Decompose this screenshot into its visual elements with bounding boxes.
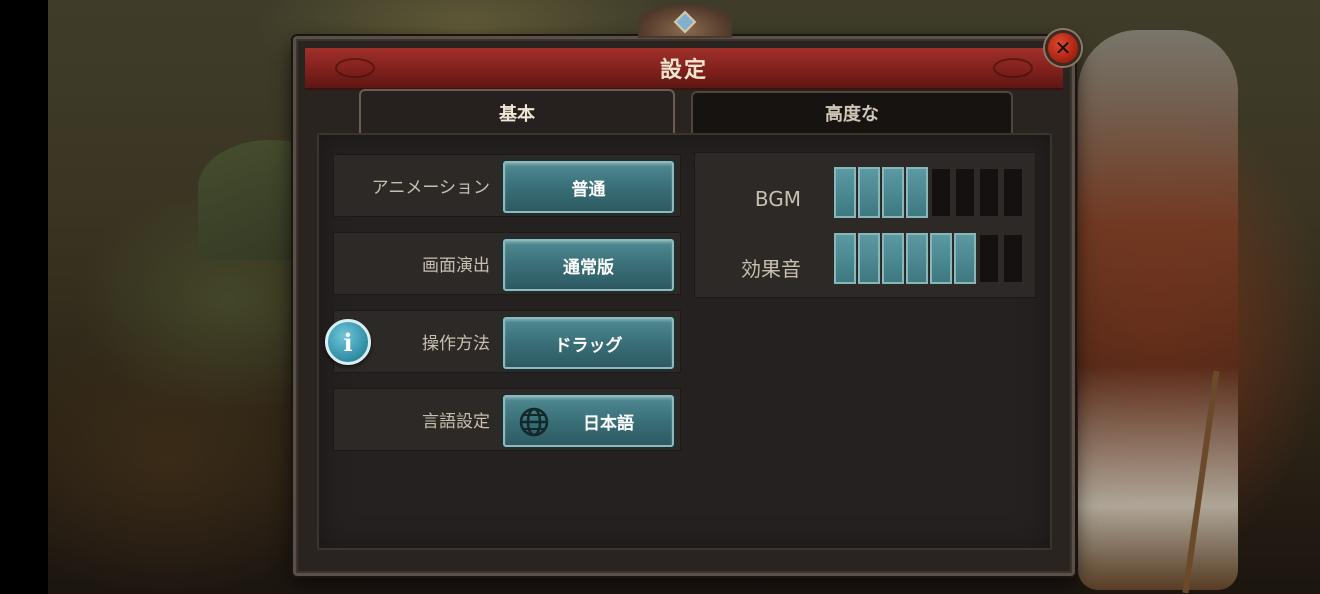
setting-row-screen-effects: 画面演出 通常版 — [333, 232, 681, 295]
volume-segment[interactable] — [930, 233, 952, 284]
volume-segment[interactable] — [978, 167, 1000, 218]
title-bar: 設定 — [305, 48, 1063, 90]
close-button[interactable]: ✕ — [1045, 30, 1081, 66]
bgm-volume-slider[interactable] — [834, 167, 1024, 218]
setting-row-animation: アニメーション 普通 — [333, 154, 681, 217]
volume-segment[interactable] — [954, 233, 976, 284]
globe-icon — [519, 407, 549, 437]
info-icon: i — [343, 327, 353, 357]
sfx-label: 効果音 — [741, 257, 801, 281]
volume-segment[interactable] — [834, 233, 856, 284]
sfx-volume-slider[interactable] — [834, 233, 1024, 284]
tab-advanced[interactable]: 高度な — [691, 91, 1013, 133]
volume-segment[interactable] — [882, 167, 904, 218]
volume-segment[interactable] — [930, 167, 952, 218]
tab-label: 基本 — [499, 104, 535, 125]
button-label: 通常版 — [563, 257, 614, 278]
volume-segment[interactable] — [858, 167, 880, 218]
volume-segment[interactable] — [834, 167, 856, 218]
title-ornament-left — [335, 58, 375, 78]
button-label: 日本語 — [583, 413, 634, 434]
button-label: ドラッグ — [554, 335, 623, 356]
language-button[interactable]: 日本語 — [503, 395, 674, 447]
tab-basic[interactable]: 基本 — [359, 89, 675, 135]
animation-button[interactable]: 普通 — [503, 161, 674, 213]
button-label: 普通 — [571, 179, 606, 200]
screen-effects-button[interactable]: 通常版 — [503, 239, 674, 291]
close-icon: ✕ — [1054, 36, 1072, 60]
info-button[interactable]: i — [325, 319, 371, 365]
background-character — [1078, 30, 1238, 590]
control-method-button[interactable]: ドラッグ — [503, 317, 674, 369]
audio-panel: BGM 効果音 — [694, 152, 1036, 298]
title-ornament-right — [993, 58, 1033, 78]
setting-label: 操作方法 — [422, 334, 490, 354]
volume-segment[interactable] — [858, 233, 880, 284]
setting-row-language: 言語設定 日本語 — [333, 388, 681, 451]
volume-segment[interactable] — [1002, 233, 1024, 284]
setting-label: アニメーション — [371, 178, 490, 198]
setting-label: 画面演出 — [422, 256, 490, 276]
letterbox-left — [0, 0, 48, 594]
tab-label: 高度な — [825, 104, 879, 125]
volume-segment[interactable] — [978, 233, 1000, 284]
volume-segment[interactable] — [906, 167, 928, 218]
volume-segment[interactable] — [882, 233, 904, 284]
bgm-label: BGM — [754, 187, 801, 211]
volume-segment[interactable] — [906, 233, 928, 284]
dialog-title: 設定 — [659, 58, 708, 83]
setting-row-control-method: 操作方法 ドラッグ — [333, 310, 681, 373]
setting-label: 言語設定 — [422, 412, 490, 432]
volume-segment[interactable] — [1002, 167, 1024, 218]
volume-segment[interactable] — [954, 167, 976, 218]
